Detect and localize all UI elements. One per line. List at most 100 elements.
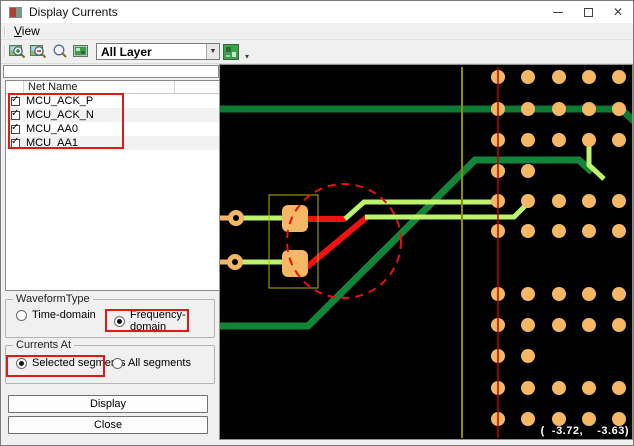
bga-pad bbox=[612, 412, 626, 426]
close-icon: ✕ bbox=[612, 5, 624, 19]
fit-view-button[interactable] bbox=[70, 42, 90, 62]
zoom-in-button[interactable] bbox=[7, 42, 27, 62]
bga-pad bbox=[582, 133, 596, 147]
maximize-icon bbox=[583, 7, 593, 17]
layer-combo[interactable]: All Layer ▼ bbox=[96, 43, 220, 60]
bga-pad bbox=[612, 194, 626, 208]
bga-pad bbox=[582, 70, 596, 84]
bga-pad bbox=[582, 381, 596, 395]
net-row[interactable]: ✓ MCU_AA1 bbox=[6, 136, 219, 150]
bga-pad bbox=[612, 70, 626, 84]
zoom-window-icon bbox=[53, 44, 67, 58]
toolbar: All Layer ▼ ▾ bbox=[1, 40, 633, 64]
close-window-button[interactable]: ✕ bbox=[603, 1, 633, 23]
net-checkbox[interactable]: ✓ bbox=[11, 121, 20, 134]
net-checkbox[interactable]: ✓ bbox=[11, 93, 20, 106]
net-list-header-checkbox-col bbox=[6, 81, 24, 93]
bga-pad bbox=[582, 102, 596, 116]
net-checkbox[interactable]: ✓ bbox=[11, 107, 20, 120]
zoom-out-button[interactable] bbox=[28, 42, 48, 62]
radio-icon bbox=[16, 357, 27, 369]
radio-time-domain[interactable]: Time-domain bbox=[16, 309, 96, 321]
radio-icon bbox=[16, 309, 27, 321]
bga-pad bbox=[552, 102, 566, 116]
check-icon: ✓ bbox=[11, 107, 20, 119]
zoom-in-icon bbox=[8, 45, 25, 59]
bga-pad bbox=[582, 287, 596, 301]
currents-at-group: Currents At Selected segments All segmen… bbox=[5, 339, 215, 384]
bga-pad bbox=[552, 412, 566, 426]
bga-pad bbox=[612, 102, 626, 116]
bga-pad bbox=[582, 194, 596, 208]
bga-pad bbox=[552, 381, 566, 395]
minimize-icon bbox=[553, 11, 563, 13]
waveform-type-group: WaveformType Time-domain Frequency-domai… bbox=[5, 293, 215, 338]
bga-pad bbox=[552, 318, 566, 332]
net-list[interactable]: Net Name ✓ MCU_ACK_P ✓ MCU_ACK_N ✓ MCU_AA0 ✓ MC… bbox=[5, 80, 220, 291]
net-filter-field[interactable] bbox=[3, 65, 219, 78]
via-hole bbox=[232, 259, 238, 265]
net-name: MCU_ACK_N bbox=[26, 109, 94, 121]
display-button[interactable]: Display bbox=[8, 395, 208, 413]
bga-pad bbox=[582, 224, 596, 238]
board-icon bbox=[223, 43, 239, 60]
bga-pad bbox=[552, 194, 566, 208]
net-list-header-name[interactable]: Net Name bbox=[24, 81, 175, 93]
radio-icon bbox=[114, 315, 125, 327]
bga-pad bbox=[582, 318, 596, 332]
bga-pad bbox=[521, 164, 535, 178]
bga-pad bbox=[612, 287, 626, 301]
bga-pad bbox=[612, 224, 626, 238]
window-title: Display Currents bbox=[29, 5, 118, 19]
check-icon: ✓ bbox=[11, 135, 20, 147]
bga-pad bbox=[521, 349, 535, 363]
bga-pad bbox=[521, 133, 535, 147]
bga-pad bbox=[521, 318, 535, 332]
net-name: MCU_ACK_P bbox=[26, 95, 94, 107]
bga-pad bbox=[552, 133, 566, 147]
component-pad bbox=[282, 205, 308, 232]
bga-pad bbox=[521, 381, 535, 395]
toolbar-overflow-arrow-icon[interactable]: ▾ bbox=[245, 52, 249, 63]
bga-pad bbox=[552, 224, 566, 238]
currents-at-label: Currents At bbox=[13, 339, 75, 351]
layer-combo-value: All Layer bbox=[101, 44, 152, 59]
maximize-button[interactable] bbox=[573, 1, 603, 23]
bga-pad bbox=[552, 70, 566, 84]
titlebar: Display Currents ✕ bbox=[1, 1, 633, 23]
menu-view[interactable]: View bbox=[6, 22, 48, 40]
zoom-window-button[interactable] bbox=[49, 42, 69, 62]
image-icon bbox=[72, 45, 88, 57]
bga-pad bbox=[521, 70, 535, 84]
net-row[interactable]: ✓ MCU_ACK_N bbox=[6, 108, 219, 122]
minimize-button[interactable] bbox=[543, 1, 573, 23]
bga-pad bbox=[612, 133, 626, 147]
net-row[interactable]: ✓ MCU_ACK_P bbox=[6, 94, 219, 108]
bga-pad bbox=[521, 102, 535, 116]
bga-pad bbox=[521, 412, 535, 426]
pcb-artwork bbox=[220, 65, 632, 439]
net-name: MCU_AA0 bbox=[26, 123, 78, 135]
bga-pad bbox=[521, 224, 535, 238]
bga-pad bbox=[582, 412, 596, 426]
bga-pad bbox=[612, 318, 626, 332]
net-checkbox[interactable]: ✓ bbox=[11, 135, 20, 148]
bga-pad bbox=[612, 381, 626, 395]
net-list-header: Net Name bbox=[6, 81, 219, 94]
close-button[interactable]: Close bbox=[8, 416, 208, 434]
display-currents-dialog: Display Currents ✕ View All Layer ▼ ▾ Ne… bbox=[0, 0, 634, 446]
board-view-button[interactable] bbox=[221, 42, 241, 62]
layer-combo-dropdown[interactable]: ▼ bbox=[206, 44, 219, 59]
net-row[interactable]: ✓ MCU_AA0 bbox=[6, 122, 219, 136]
radio-icon bbox=[112, 357, 123, 369]
check-icon: ✓ bbox=[11, 121, 20, 133]
net-name: MCU_AA1 bbox=[26, 137, 78, 149]
component-pad bbox=[282, 250, 308, 277]
via-hole bbox=[233, 215, 239, 221]
waveform-type-label: WaveformType bbox=[13, 293, 93, 305]
radio-frequency-domain[interactable]: Frequency-domain bbox=[114, 309, 214, 333]
check-icon: ✓ bbox=[11, 93, 20, 105]
radio-all-segments[interactable]: All segments bbox=[112, 357, 191, 369]
pcb-canvas[interactable]: ( -3.72, -3.63) bbox=[219, 64, 633, 440]
radio-selected-segments[interactable]: Selected segments bbox=[16, 357, 126, 369]
